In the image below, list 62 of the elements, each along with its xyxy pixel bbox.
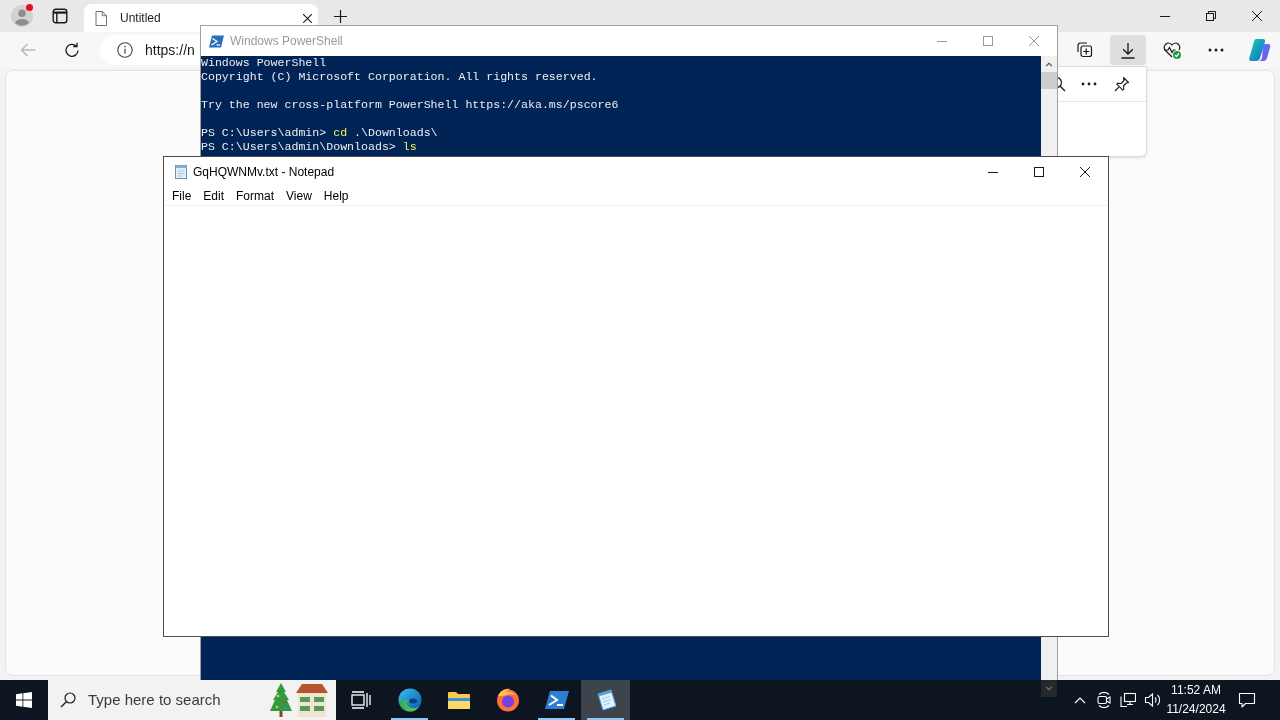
windows-logo-icon [16,692,32,708]
notification-icon [1238,691,1256,709]
restore-icon [1206,11,1216,21]
terminal-line: PS C:\Users\admin\Downloads> ls [201,140,417,154]
minimize-icon [1160,15,1170,17]
more-icon [1208,48,1224,52]
add-to-collection-icon [1075,41,1093,59]
christmas-tree-icon [270,683,292,717]
menu-item[interactable]: Format [230,188,281,204]
close-icon [1029,36,1039,46]
clock-time[interactable]: 11:52 AM [1171,681,1221,700]
chevron-down-icon [1045,686,1053,691]
video-camera-icon [1096,692,1112,708]
pin-icon [1114,76,1130,92]
scroll-down-button[interactable] [1041,680,1057,697]
maximize-icon [983,36,993,46]
scrollbar-thumb[interactable] [1041,72,1057,89]
chevron-up-icon [1074,696,1086,704]
tab-panel-icon [52,8,68,24]
terminal-line: PS C:\Users\admin> cd .\Downloads\ [201,126,438,140]
minimize-icon [937,40,947,42]
avatar-icon [11,5,33,27]
speaker-icon [1143,692,1161,708]
download-icon [1120,41,1136,59]
task-view-icon [350,691,371,709]
chevron-up-icon [1045,61,1053,67]
taskbar-app-button[interactable] [581,680,630,720]
maximize-icon [1034,167,1044,177]
search-icon [60,692,76,708]
network-icon [1120,692,1136,708]
search-field[interactable]: Type here to search [48,680,336,720]
refresh-icon [64,42,80,58]
firefox-icon [495,688,520,712]
window-title: Windows PowerShell [230,33,343,50]
menu-item[interactable]: View [280,188,318,204]
window-title: GqHQWNMv.txt - Notepad [193,164,335,181]
more-icon [1081,82,1097,86]
address-bar[interactable]: https://n [100,35,200,65]
folder-icon [446,690,471,710]
close-icon [302,13,312,23]
heart-pulse-icon [1162,40,1182,60]
downloads-button[interactable] [1110,35,1146,65]
menu-item[interactable]: Help [317,188,355,204]
clock-date[interactable]: 11/24/2024 [1166,700,1226,719]
plus-icon [333,9,347,23]
terminal-line: Try the new cross-platform PowerShell https://aka.ms/pscore6 [201,98,619,112]
powershell-icon [209,34,224,48]
terminal-line: Windows PowerShell [201,56,327,70]
page-icon [95,10,107,26]
minimize-icon [988,171,998,173]
menu-item[interactable]: Edit [197,188,231,204]
close-icon [1252,11,1262,21]
edge-icon [397,688,422,712]
terminal-line: Copyright (C) Microsoft Corporation. All rights reserved. [201,70,598,84]
house-icon [294,683,330,717]
info-icon [117,42,133,58]
copilot-logo-icon [1248,38,1272,62]
profile-button[interactable] [8,2,36,30]
menu-item[interactable]: File [166,188,198,204]
powershell-icon [544,690,569,710]
close-icon [1080,167,1090,177]
notepad-icon [173,164,189,180]
